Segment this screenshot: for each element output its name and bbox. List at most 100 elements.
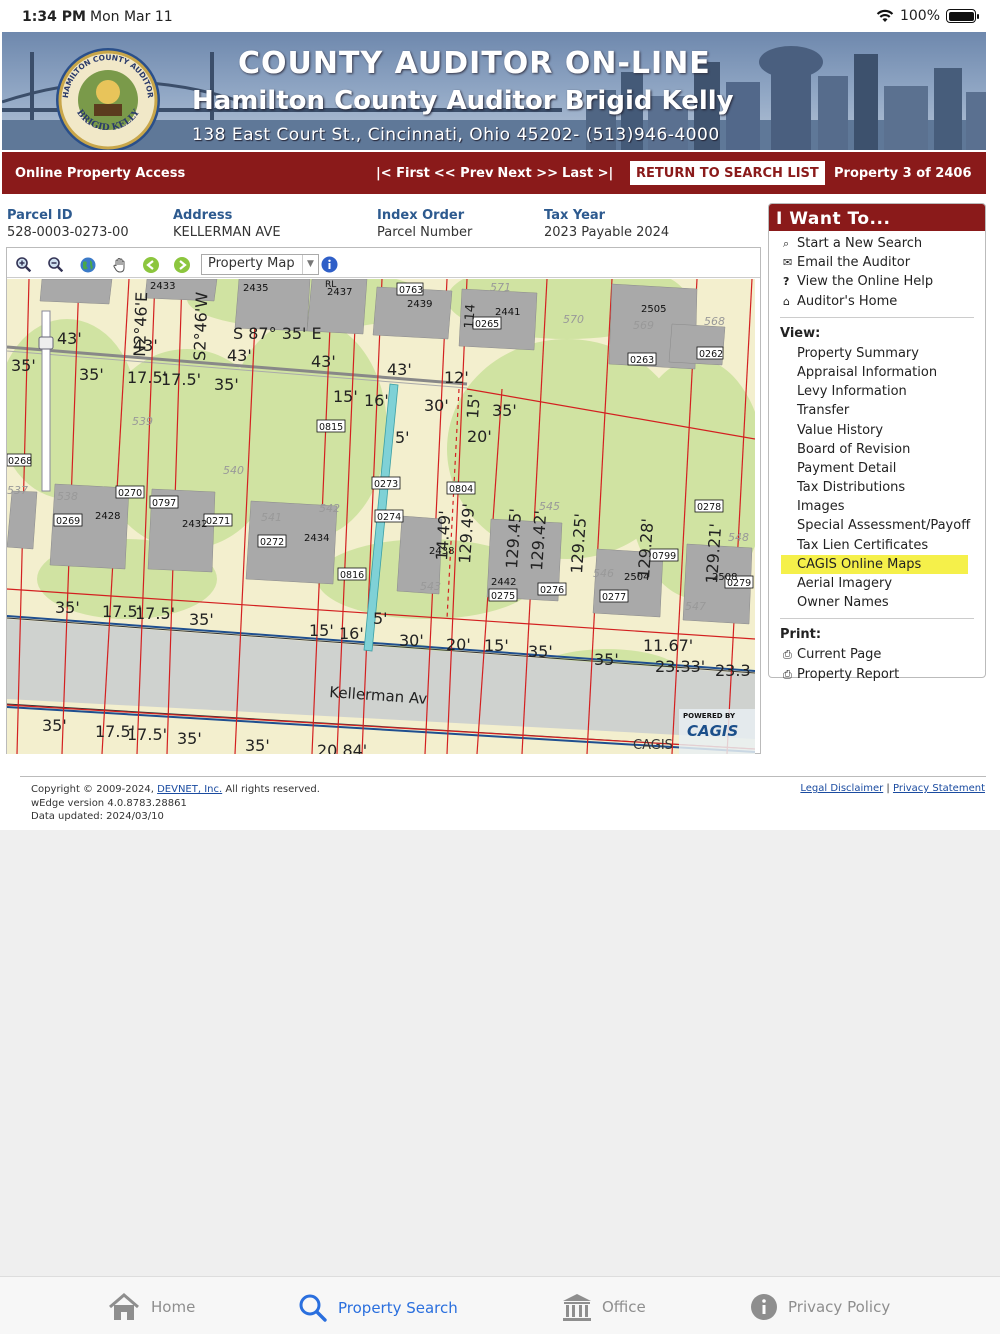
svg-text:43': 43' [227, 346, 252, 365]
svg-text:2428: 2428 [95, 511, 120, 522]
status-bar: 1:34 PM Mon Mar 11 100% [0, 0, 1000, 32]
footer-divider [20, 776, 986, 777]
svg-text:0277: 0277 [602, 592, 626, 603]
version-text: wEdge version 4.0.8783.28861 [31, 797, 187, 809]
prev-link[interactable]: << Prev [434, 166, 494, 181]
svg-text:569: 569 [633, 319, 654, 332]
svg-text:35': 35' [177, 729, 202, 748]
svg-text:0797: 0797 [152, 498, 176, 509]
svg-text:RL: RL [325, 280, 336, 290]
svg-text:15': 15' [463, 393, 484, 419]
status-time: 1:34 PM [22, 9, 86, 25]
tax-lien-certificates-link[interactable]: Tax Lien Certificates [769, 536, 985, 555]
svg-text:0763: 0763 [399, 285, 423, 296]
special-assessment-link[interactable]: Special Assessment/Payoff [769, 516, 985, 535]
property-summary-link[interactable]: Property Summary [769, 344, 985, 363]
email-icon: ✉ [783, 256, 793, 270]
property-map[interactable]: 0763 0265 0263 0262 0815 0273 0274 0804 … [7, 279, 755, 754]
chevron-down-icon: ▼ [302, 255, 318, 274]
svg-text:0262: 0262 [699, 349, 723, 360]
zoom-out-icon[interactable] [47, 256, 65, 274]
tab-home[interactable]: Home [107, 1293, 195, 1321]
svg-text:0274: 0274 [377, 512, 401, 523]
value-history-link[interactable]: Value History [769, 421, 985, 440]
address-value: KELLERMAN AVE [173, 225, 281, 240]
home-icon: ⌂ [783, 294, 790, 308]
print-current-page-link[interactable]: ⎙ Current Page [769, 645, 985, 664]
cagis-online-maps-link[interactable]: CAGIS Online Maps [769, 554, 985, 575]
owner-names-link[interactable]: Owner Names [769, 593, 985, 612]
tab-property-search[interactable]: Property Search [298, 1293, 458, 1323]
svg-text:2434: 2434 [304, 533, 329, 544]
payment-detail-link[interactable]: Payment Detail [769, 459, 985, 478]
svg-text:35': 35' [245, 736, 270, 754]
levy-information-link[interactable]: Levy Information [769, 382, 985, 401]
first-link[interactable]: |< First [376, 166, 430, 181]
banner-subtitle: Hamilton County Auditor Brigid Kelly [192, 86, 734, 116]
banner-address: 138 East Court St., Cincinnati, Ohio 452… [192, 125, 720, 145]
tax-distributions-link[interactable]: Tax Distributions [769, 478, 985, 497]
legal-disclaimer-link[interactable]: Legal Disclaimer [800, 783, 883, 794]
email-auditor-link[interactable]: ✉ Email the Auditor [769, 253, 985, 272]
svg-text:2442: 2442 [491, 577, 516, 588]
svg-text:2505: 2505 [641, 304, 666, 315]
svg-text:0273: 0273 [374, 479, 398, 490]
start-new-search-link[interactable]: ⌕ Start a New Search [769, 234, 985, 253]
svg-text:0263: 0263 [630, 355, 654, 366]
svg-text:0271: 0271 [206, 516, 230, 527]
map-toolbar: Property Map ▼ [7, 248, 760, 278]
info-icon[interactable] [321, 256, 338, 273]
svg-text:35': 35' [42, 716, 67, 735]
next-link[interactable]: Next >> [497, 166, 558, 181]
tax-year-block: Tax Year 2023 Payable 2024 [544, 208, 669, 240]
tab-office[interactable]: Office [562, 1293, 646, 1321]
svg-text:543: 543 [420, 580, 441, 593]
svg-text:0269: 0269 [56, 516, 80, 527]
svg-text:14.49': 14.49' [432, 510, 454, 561]
svg-text:2433: 2433 [150, 281, 175, 292]
svg-text:43': 43' [387, 360, 412, 379]
map-layer-select[interactable]: Property Map ▼ [201, 254, 319, 275]
aerial-imagery-link[interactable]: Aerial Imagery [769, 574, 985, 593]
svg-text:15': 15' [333, 387, 358, 406]
transfer-link[interactable]: Transfer [769, 401, 985, 420]
svg-text:30': 30' [424, 396, 449, 415]
index-order-label: Index Order [377, 208, 465, 223]
svg-text:2441: 2441 [495, 307, 520, 318]
print-list: ⎙ Current Page ⎙ Property Report [769, 645, 985, 683]
board-of-revision-link[interactable]: Board of Revision [769, 440, 985, 459]
back-arrow-icon[interactable] [142, 256, 160, 274]
auditors-home-link[interactable]: ⌂ Auditor's Home [769, 292, 985, 311]
svg-text:17.5': 17.5' [161, 370, 201, 389]
return-to-search-list-button[interactable]: RETURN TO SEARCH LIST [630, 161, 825, 185]
pan-hand-icon[interactable] [111, 256, 129, 274]
online-help-link[interactable]: ? View the Online Help [769, 272, 985, 291]
last-link[interactable]: Last >| [562, 166, 613, 181]
i-want-to-title: I Want To... [769, 204, 985, 231]
images-link[interactable]: Images [769, 497, 985, 516]
action-list: ⌕ Start a New Search ✉ Email the Auditor ?… [769, 234, 985, 311]
battery-icon [946, 9, 979, 23]
data-updated-text: Data updated: 2024/03/10 [31, 811, 164, 822]
globe-icon[interactable] [79, 256, 97, 274]
help-icon: ? [783, 275, 790, 289]
svg-text:541: 541 [261, 511, 282, 524]
svg-text:571: 571 [490, 281, 511, 294]
privacy-statement-link[interactable]: Privacy Statement [893, 783, 985, 794]
svg-text:POWERED BY: POWERED BY [683, 712, 736, 720]
svg-text:43': 43' [57, 329, 82, 348]
svg-text:0278: 0278 [697, 502, 721, 513]
svg-text:12': 12' [444, 368, 469, 387]
tab-privacy-policy[interactable]: Privacy Policy [750, 1293, 890, 1321]
appraisal-information-link[interactable]: Appraisal Information [769, 363, 985, 382]
devnet-link[interactable]: DEVNET, Inc. [157, 784, 222, 795]
forward-arrow-icon[interactable] [173, 256, 191, 274]
svg-text:568: 568 [704, 315, 725, 328]
svg-text:30': 30' [399, 631, 424, 650]
footer-info: Copyright © 2009-2024, DEVNET, Inc. All … [31, 784, 320, 822]
zoom-in-icon[interactable] [15, 256, 33, 274]
svg-text:547: 547 [685, 600, 706, 613]
svg-text:20': 20' [467, 427, 492, 446]
property-count: Property 3 of 2406 [834, 166, 972, 181]
print-property-report-link[interactable]: ⎙ Property Report [769, 665, 985, 684]
